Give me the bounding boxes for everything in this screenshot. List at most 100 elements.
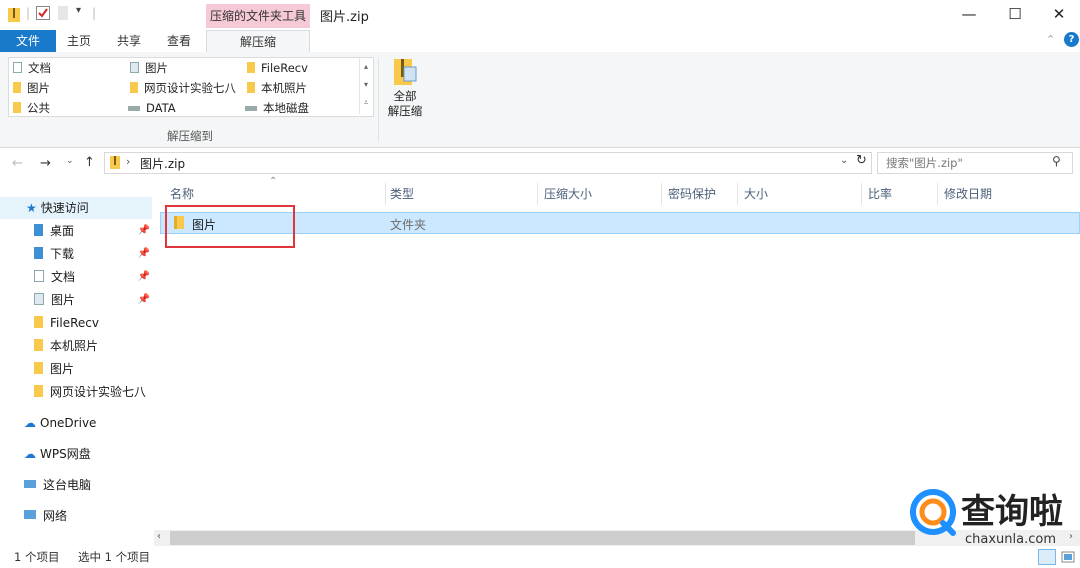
nav-item-pictures-folder[interactable]: 图片: [34, 358, 74, 380]
column-header-type[interactable]: 类型: [384, 183, 538, 205]
refresh-icon[interactable]: ↻: [856, 153, 867, 168]
column-header-compressed-size[interactable]: 压缩大小: [538, 183, 662, 205]
nav-item-downloads[interactable]: 下载 📌: [34, 243, 150, 265]
pin-icon[interactable]: 📌: [138, 289, 150, 311]
desktop-icon: [34, 224, 43, 236]
gallery-item-webdesign[interactable]: 网页设计实验七八: [130, 79, 236, 97]
collapse-ribbon-icon[interactable]: ⌃: [1046, 33, 1055, 46]
large-icons-view-icon[interactable]: [1060, 549, 1076, 565]
gallery-label: 公共: [27, 101, 50, 115]
pictures-icon: [130, 62, 139, 73]
table-row[interactable]: [160, 212, 1080, 234]
recent-locations-icon[interactable]: ⌄: [66, 156, 74, 166]
download-icon: [34, 247, 43, 259]
gallery-item-pictures[interactable]: 图片: [13, 79, 50, 97]
column-header-password-protected[interactable]: 密码保护: [662, 183, 738, 205]
status-selected-count: 选中 1 个项目: [78, 550, 151, 564]
extract-all-button[interactable]: 全部 解压缩: [383, 57, 427, 125]
breadcrumb-separator-icon: ›: [126, 155, 131, 168]
close-button[interactable]: ✕: [1036, 0, 1080, 30]
gallery-item-filerecv[interactable]: FileRecv: [247, 59, 308, 77]
star-icon: ★: [26, 201, 37, 215]
up-icon[interactable]: ↑: [84, 155, 95, 170]
qat-dropdown-icon[interactable]: ▾: [76, 5, 81, 16]
nav-label: 图片: [50, 362, 75, 376]
nav-item-filerecv[interactable]: FileRecv: [34, 312, 99, 334]
maximize-button[interactable]: ☐: [992, 0, 1038, 30]
nav-wps-drive[interactable]: ☁ WPS网盘: [24, 443, 91, 465]
qat-divider: |: [26, 6, 31, 20]
folder-zip-icon: [8, 6, 20, 22]
scrollbar-thumb[interactable]: [170, 531, 915, 545]
gallery-label: 图片: [27, 81, 50, 95]
document-icon: [13, 62, 22, 73]
properties-icon[interactable]: [36, 6, 50, 20]
qat-divider-2: |: [92, 6, 97, 20]
back-icon[interactable]: ←: [12, 156, 23, 171]
nav-quick-access[interactable]: ★ 快速访问: [26, 197, 89, 219]
gallery-label: 文档: [28, 61, 51, 75]
details-view-icon[interactable]: [1038, 549, 1056, 565]
nav-label: 这台电脑: [43, 478, 92, 492]
breadcrumb-current[interactable]: 图片.zip: [140, 155, 185, 172]
column-header-date-modified[interactable]: 修改日期: [938, 183, 1080, 205]
gallery-scroll[interactable]: ▴ ▾ ⩡: [359, 58, 372, 114]
watermark-brand: 查询啦: [961, 492, 1063, 532]
address-dropdown-icon[interactable]: ⌄: [840, 155, 848, 166]
column-header-size[interactable]: 大小: [738, 183, 862, 205]
ribbon-group-label: 解压缩到: [167, 129, 213, 143]
context-tab-group-label: 压缩的文件夹工具: [206, 4, 310, 28]
gallery-scroll-up-icon[interactable]: ▴: [360, 58, 372, 76]
help-icon[interactable]: ?: [1064, 32, 1079, 47]
new-folder-icon[interactable]: [58, 6, 68, 20]
gallery-label: FileRecv: [261, 61, 308, 75]
pin-icon[interactable]: 📌: [138, 220, 150, 242]
folder-icon: [34, 316, 43, 328]
nav-network[interactable]: 网络: [24, 505, 67, 527]
scroll-left-icon[interactable]: ‹: [157, 531, 161, 542]
gallery-label: DATA: [146, 101, 176, 115]
folder-icon: [13, 82, 21, 93]
column-header-name[interactable]: 名称: [164, 183, 386, 205]
address-bar[interactable]: [104, 152, 872, 174]
ribbon-divider: [378, 58, 379, 142]
computer-icon: [24, 480, 36, 488]
nav-this-pc[interactable]: 这台电脑: [24, 474, 91, 496]
gallery-scroll-down-icon[interactable]: ▾: [360, 76, 372, 94]
nav-item-desktop[interactable]: 桌面 📌: [34, 220, 150, 242]
title-bar: [0, 0, 1080, 30]
nav-label: FileRecv: [50, 316, 99, 330]
tab-file[interactable]: 文件: [0, 30, 56, 52]
nav-item-pictures[interactable]: 图片 📌: [34, 289, 150, 311]
nav-label: 桌面: [50, 224, 75, 238]
highlight-annotation-box: [165, 205, 295, 248]
folder-icon: [34, 385, 43, 397]
tab-home[interactable]: 主页: [56, 30, 102, 52]
forward-icon[interactable]: →: [40, 156, 51, 171]
gallery-item-public[interactable]: 公共: [13, 99, 50, 117]
tab-share[interactable]: 共享: [106, 30, 152, 52]
pin-icon[interactable]: 📌: [138, 266, 150, 288]
folder-icon: [247, 62, 255, 73]
nav-item-webdesign[interactable]: 网页设计实验七八: [34, 381, 146, 403]
column-header-ratio[interactable]: 比率: [862, 183, 938, 205]
nav-item-local-photos[interactable]: 本机照片: [34, 335, 98, 357]
tab-view[interactable]: 查看: [156, 30, 202, 52]
drive-icon: [128, 106, 140, 111]
window-title: 图片.zip: [320, 10, 369, 25]
gallery-item-local-disk[interactable]: 本地磁盘: [245, 99, 309, 117]
gallery-item-data-drive[interactable]: DATA: [128, 99, 176, 117]
nav-onedrive[interactable]: ☁ OneDrive: [24, 412, 96, 434]
search-input[interactable]: 搜索"图片.zip": [877, 152, 1073, 174]
wps-cloud-icon: ☁: [24, 447, 36, 461]
gallery-item-documents[interactable]: 文档: [13, 59, 51, 77]
pin-icon[interactable]: 📌: [138, 243, 150, 265]
tab-extract[interactable]: 解压缩: [206, 30, 310, 53]
gallery-more-icon[interactable]: ⩡: [360, 94, 372, 112]
search-icon[interactable]: ⚲: [1052, 154, 1061, 168]
folder-icon: [13, 102, 21, 113]
minimize-button[interactable]: —: [946, 0, 992, 30]
gallery-item-pictures-lib[interactable]: 图片: [130, 59, 168, 77]
gallery-item-local-photos[interactable]: 本机照片: [247, 79, 307, 97]
nav-item-documents[interactable]: 文档 📌: [34, 266, 150, 288]
